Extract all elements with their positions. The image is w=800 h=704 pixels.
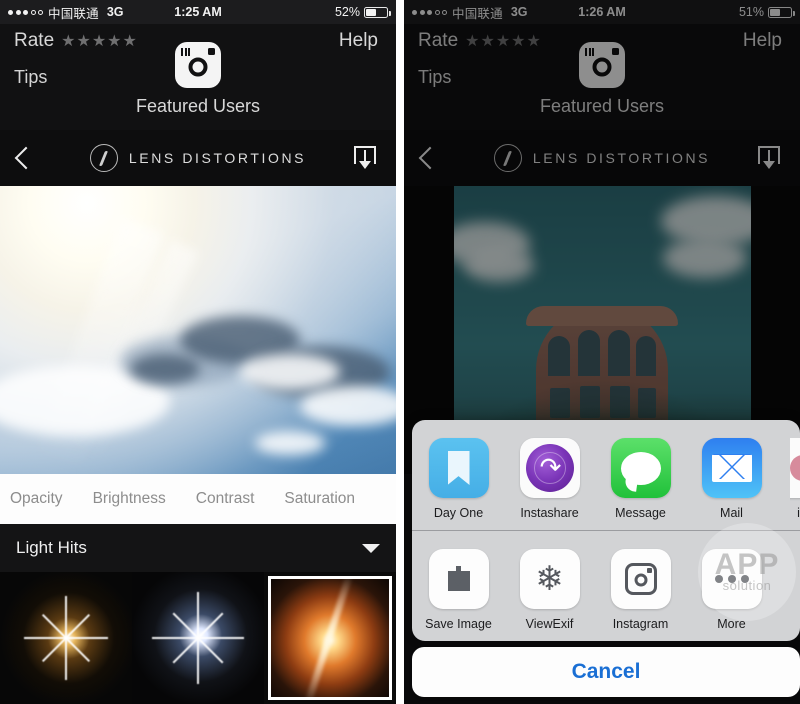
featured-users-block[interactable]: Featured Users (0, 42, 396, 117)
nav-bar: LENS DISTORTIONS (404, 130, 800, 186)
day-one-icon (428, 438, 489, 498)
share-action-viewexif[interactable]: ❄ ViewExif (517, 549, 582, 631)
promo-header: Rate ★★★★★ Tips Help Featured Users (0, 24, 396, 130)
download-icon[interactable] (354, 146, 376, 170)
share-sheet[interactable]: Day One ↷ Instashare Message Mail i Save… (412, 420, 800, 704)
chevron-down-icon[interactable] (362, 543, 380, 553)
share-target-label: Mail (720, 506, 743, 520)
more-dots-icon (701, 549, 762, 609)
share-action-label: Save Image (425, 617, 492, 631)
save-image-icon (428, 549, 489, 609)
effect-thumbnail-strip[interactable] (0, 572, 396, 704)
brand-title: LENS DISTORTIONS (532, 150, 711, 166)
status-bar: 中国联通 3G 1:25 AM 52% (0, 0, 396, 24)
featured-users-label: Featured Users (539, 96, 665, 116)
list-item[interactable] (264, 572, 396, 704)
viewexif-snowflake-icon: ❄ (519, 549, 580, 609)
left-phone-screen: 中国联通 3G 1:25 AM 52% Rate ★★★★★ Tips Help… (0, 0, 396, 704)
brand-title-group: LENS DISTORTIONS (493, 144, 711, 172)
share-action-label: Instagram (612, 617, 669, 631)
list-item[interactable] (0, 572, 132, 704)
instashare-icon: ↷ (519, 438, 580, 498)
share-action-save-image[interactable]: Save Image (425, 549, 492, 631)
download-icon[interactable] (758, 146, 780, 170)
cancel-wrapper: Cancel (412, 641, 800, 704)
nav-bar: LENS DISTORTIONS (0, 130, 396, 186)
cancel-button[interactable]: Cancel (412, 647, 800, 697)
share-row-actions[interactable]: Save Image ❄ ViewExif Instagram More APP… (412, 523, 800, 641)
brand-title-group: LENS DISTORTIONS (89, 144, 307, 172)
share-target-label: Day One (433, 506, 484, 520)
instagram-icon (610, 549, 671, 609)
side-by-side-screenshots: 中国联通 3G 1:25 AM 52% Rate ★★★★★ Tips Help… (0, 0, 800, 704)
share-target-icloud[interactable]: iC (790, 438, 800, 520)
share-action-more[interactable]: More (699, 549, 764, 631)
share-target-instashare[interactable]: ↷ Instashare (517, 438, 582, 520)
share-action-label: More (717, 617, 746, 631)
adjust-tab-contrast[interactable]: Contrast (196, 490, 255, 508)
messages-icon (610, 438, 671, 498)
lens-distortions-logo-icon (89, 144, 118, 172)
share-target-mail[interactable]: Mail (699, 438, 764, 520)
share-sheet-card: Day One ↷ Instashare Message Mail i Save… (412, 420, 800, 641)
battery-percent: 51% (738, 5, 764, 19)
right-phone-screen: 中国联通 3G 1:26 AM 51% Rate ★★★★★ Tips Help… (404, 0, 800, 704)
status-bar: 中国联通 3G 1:26 AM 51% (404, 0, 800, 24)
layer-selector-row[interactable]: Light Hits (0, 524, 396, 572)
share-target-day-one[interactable]: Day One (426, 438, 491, 520)
share-action-label: ViewExif (525, 617, 574, 631)
status-bar-right: 51% (738, 5, 795, 19)
chevron-left-icon[interactable] (418, 146, 442, 170)
adjust-tab-saturation[interactable]: Saturation (284, 490, 355, 508)
share-target-message[interactable]: Message (608, 438, 673, 520)
promo-header: Rate ★★★★★ Tips Help Featured Users (404, 24, 800, 130)
mail-icon (701, 438, 762, 498)
share-action-instagram[interactable]: Instagram (608, 549, 673, 631)
icloud-icon (790, 438, 800, 498)
brand-title: LENS DISTORTIONS (128, 150, 307, 166)
selected-thumbnail[interactable] (268, 576, 392, 700)
edited-photo-canvas[interactable] (0, 186, 396, 474)
featured-users-label: Featured Users (135, 96, 261, 116)
instagram-icon (579, 42, 625, 88)
adjust-tab-opacity[interactable]: Opacity (10, 490, 63, 508)
featured-users-block[interactable]: Featured Users (404, 42, 800, 117)
battery-icon (364, 6, 391, 18)
instagram-icon (175, 42, 221, 88)
adjust-tab-brightness[interactable]: Brightness (93, 490, 166, 508)
share-target-label: Instashare (520, 506, 579, 520)
list-item[interactable] (132, 572, 264, 704)
share-row-apps[interactable]: Day One ↷ Instashare Message Mail i (412, 420, 800, 530)
battery-percent: 52% (334, 5, 360, 19)
share-target-label: Message (615, 506, 666, 520)
lens-distortions-logo-icon (493, 144, 522, 172)
adjust-toolbar[interactable]: Opacity Brightness Contrast Saturation (0, 474, 396, 524)
battery-icon (768, 6, 795, 18)
status-bar-right: 52% (334, 5, 391, 19)
chevron-left-icon[interactable] (14, 146, 38, 170)
layer-name-label: Light Hits (16, 538, 87, 557)
